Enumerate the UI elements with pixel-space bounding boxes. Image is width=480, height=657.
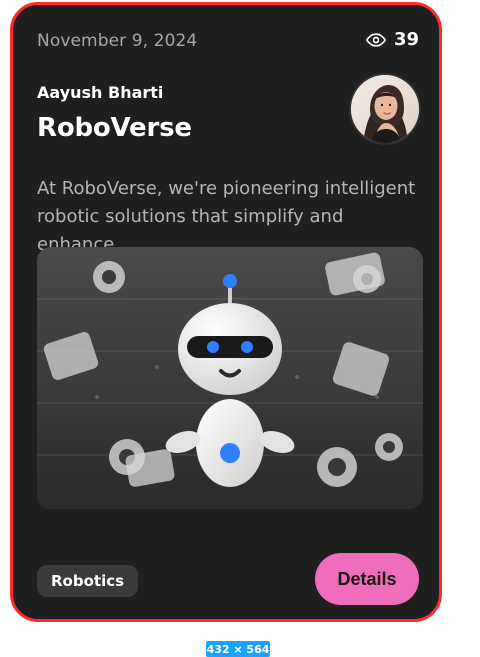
category-tag[interactable]: Robotics (37, 565, 139, 597)
dimensions-badge: 432 × 564 (206, 641, 270, 657)
eye-icon (365, 30, 386, 50)
post-card: November 9, 2024 39 Aayush Bharti RoboVe… (10, 2, 442, 622)
view-count-value: 39 (393, 29, 419, 50)
author-name: Aayush Bharti (37, 83, 164, 102)
post-card-inner: November 9, 2024 39 Aayush Bharti RoboVe… (13, 5, 439, 619)
view-count: 39 (365, 29, 419, 50)
post-image (37, 247, 423, 509)
avatar[interactable] (351, 75, 419, 143)
page: November 9, 2024 39 Aayush Bharti RoboVe… (0, 0, 480, 657)
details-button[interactable]: Details (315, 553, 419, 605)
post-title: RoboVerse (37, 113, 192, 143)
post-date: November 9, 2024 (37, 31, 198, 51)
